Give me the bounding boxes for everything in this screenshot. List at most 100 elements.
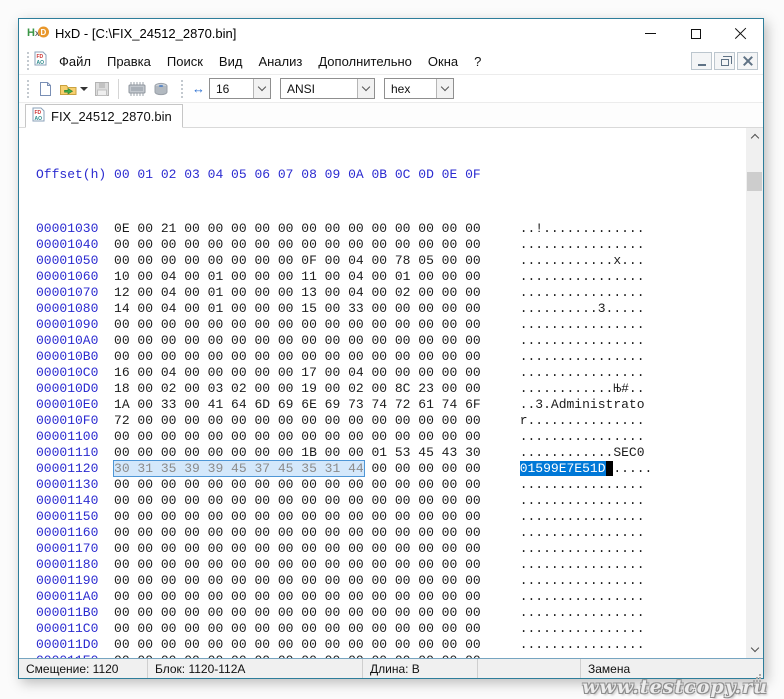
hex-rows: 00001030 0E 00 21 00 00 00 00 00 00 00 0… — [36, 221, 746, 658]
menu-item-7[interactable]: Окна — [420, 51, 466, 72]
hex-row[interactable]: 00001100 00 00 00 00 00 00 00 00 00 00 0… — [36, 429, 746, 445]
status-length: Длина: B — [363, 659, 478, 678]
menu-item-8[interactable]: ? — [466, 51, 489, 72]
hex-row[interactable]: 00001140 00 00 00 00 00 00 00 00 00 00 0… — [36, 493, 746, 509]
new-file-button[interactable] — [34, 77, 56, 101]
row-offset: 00001040 — [36, 237, 98, 252]
document-icon[interactable]: FD AO — [34, 51, 47, 71]
charset-select[interactable]: ANSI — [280, 78, 375, 99]
hex-row[interactable]: 000010F0 72 00 00 00 00 00 00 00 00 00 0… — [36, 413, 746, 429]
mdi-close-button[interactable] — [737, 52, 758, 70]
maximize-icon — [691, 29, 701, 39]
scroll-up-button[interactable] — [746, 128, 763, 145]
charset-dropdown-button[interactable] — [357, 79, 374, 98]
selected-ascii-text[interactable]: 01599E7E51D — [520, 461, 606, 476]
offset-base-select[interactable]: hex — [384, 78, 454, 99]
hex-pane[interactable]: Offset(h) 00 01 02 03 04 05 06 07 08 09 … — [19, 128, 746, 658]
row-offset: 000011C0 — [36, 621, 98, 636]
svg-text:H: H — [27, 27, 35, 39]
hex-row[interactable]: 000010E0 1A 00 33 00 41 64 6D 69 6E 69 7… — [36, 397, 746, 413]
hex-row[interactable]: 00001090 00 00 00 00 00 00 00 00 00 00 0… — [36, 317, 746, 333]
chevron-up-icon — [750, 134, 758, 142]
hex-header-offset: Offset(h) — [36, 167, 106, 182]
hex-row[interactable]: 00001120 30 31 35 39 39 45 37 45 35 31 4… — [36, 461, 746, 477]
tab-label: FIX_24512_2870.bin — [51, 109, 172, 124]
hex-row[interactable]: 00001150 00 00 00 00 00 00 00 00 00 00 0… — [36, 509, 746, 525]
offset-base-value: hex — [385, 79, 436, 98]
hex-row[interactable]: 000010D0 18 00 02 00 03 02 00 00 19 00 0… — [36, 381, 746, 397]
close-icon — [734, 27, 747, 40]
row-offset: 000011D0 — [36, 637, 98, 652]
menubar-gripper[interactable] — [26, 52, 31, 70]
hex-row[interactable]: 000010C0 16 00 04 00 00 00 00 00 17 00 0… — [36, 365, 746, 381]
hex-row[interactable]: 00001070 12 00 04 00 01 00 00 00 13 00 0… — [36, 285, 746, 301]
hex-row[interactable]: 000010B0 00 00 00 00 00 00 00 00 00 00 0… — [36, 349, 746, 365]
chevron-down-icon — [750, 644, 758, 652]
status-offset: Смещение: 1120 — [19, 659, 148, 678]
row-offset: 00001160 — [36, 525, 98, 540]
bytes-per-row-select[interactable]: 16 — [209, 78, 271, 99]
mdi-close-icon — [743, 56, 753, 66]
open-file-button[interactable] — [56, 77, 91, 101]
open-ram-button[interactable] — [124, 77, 150, 101]
hex-row[interactable]: 00001170 00 00 00 00 00 00 00 00 00 00 0… — [36, 541, 746, 557]
status-block: Блок: 1120-112A — [148, 659, 363, 678]
close-button[interactable] — [718, 19, 763, 48]
menu-item-4[interactable]: Вид — [211, 51, 251, 72]
minimize-button[interactable] — [628, 19, 673, 48]
chevron-down-icon — [362, 83, 370, 91]
row-offset: 00001080 — [36, 301, 98, 316]
hex-row[interactable]: 00001080 14 00 04 00 01 00 00 00 15 00 3… — [36, 301, 746, 317]
row-offset: 000010C0 — [36, 365, 98, 380]
row-offset: 00001030 — [36, 221, 98, 236]
bytes-per-row-dropdown-button[interactable] — [253, 79, 270, 98]
hex-row[interactable]: 00001030 0E 00 21 00 00 00 00 00 00 00 0… — [36, 221, 746, 237]
row-offset: 00001170 — [36, 541, 98, 556]
row-offset: 00001180 — [36, 557, 98, 572]
hex-row[interactable]: 00001130 00 00 00 00 00 00 00 00 00 00 0… — [36, 477, 746, 493]
scroll-down-button[interactable] — [746, 641, 763, 658]
scrollbar-thumb[interactable] — [747, 172, 762, 191]
hex-row[interactable]: 00001190 00 00 00 00 00 00 00 00 00 00 0… — [36, 573, 746, 589]
menu-item-6[interactable]: Дополнительно — [310, 51, 420, 72]
hex-row[interactable]: 00001050 00 00 00 00 00 00 00 00 0F 00 0… — [36, 253, 746, 269]
title-bar: H x D HxD - [C:\FIX_24512_2870.bin] — [19, 19, 763, 48]
mdi-minimize-button[interactable] — [691, 52, 712, 70]
hex-row[interactable]: 00001180 00 00 00 00 00 00 00 00 00 00 0… — [36, 557, 746, 573]
tab-fix-bin[interactable]: FD AO FIX_24512_2870.bin — [25, 104, 183, 128]
hex-row[interactable]: 00001040 00 00 00 00 00 00 00 00 00 00 0… — [36, 237, 746, 253]
mdi-restore-button[interactable] — [714, 52, 735, 70]
toolbar-separator — [118, 79, 119, 99]
offset-base-dropdown-button[interactable] — [436, 79, 453, 98]
toolbar-gripper[interactable] — [26, 80, 31, 98]
hex-row[interactable]: 000011C0 00 00 00 00 00 00 00 00 00 00 0… — [36, 621, 746, 637]
hex-row[interactable]: 000011A0 00 00 00 00 00 00 00 00 00 00 0… — [36, 589, 746, 605]
toolbar: ↔ 16 ANSI hex — [19, 75, 763, 103]
hex-row[interactable]: 00001160 00 00 00 00 00 00 00 00 00 00 0… — [36, 525, 746, 541]
row-offset: 000010F0 — [36, 413, 98, 428]
hex-row[interactable]: 000011B0 00 00 00 00 00 00 00 00 00 00 0… — [36, 605, 746, 621]
menu-item-2[interactable]: Правка — [99, 51, 159, 72]
maximize-button[interactable] — [673, 19, 718, 48]
toolbar-gripper-2[interactable] — [180, 80, 185, 98]
row-offset: 000010A0 — [36, 333, 98, 348]
open-dropdown-caret-icon[interactable] — [80, 87, 88, 91]
menu-item-1[interactable]: Файл — [51, 51, 99, 72]
editor-content: Offset(h) 00 01 02 03 04 05 06 07 08 09 … — [19, 128, 763, 658]
row-offset: 00001100 — [36, 429, 98, 444]
menu-items: ФайлПравкаПоискВидАнализДополнительноОкн… — [51, 51, 489, 72]
hex-row[interactable]: 00001110 00 00 00 00 00 00 00 00 1B 00 0… — [36, 445, 746, 461]
vertical-scrollbar[interactable] — [746, 128, 763, 658]
charset-value: ANSI — [281, 79, 357, 98]
hex-row[interactable]: 00001060 10 00 04 00 01 00 00 00 11 00 0… — [36, 269, 746, 285]
open-ram-icon — [127, 81, 147, 97]
selected-hex-bytes[interactable]: 30 31 35 39 39 45 37 45 35 31 44 — [114, 461, 364, 476]
hex-header-columns: 00 01 02 03 04 05 06 07 08 09 0A 0B 0C 0… — [114, 167, 481, 182]
open-disk-button[interactable] — [150, 77, 172, 101]
menu-item-5[interactable]: Анализ — [250, 51, 310, 72]
svg-text:AO: AO — [37, 60, 45, 66]
hex-row[interactable]: 000010A0 00 00 00 00 00 00 00 00 00 00 0… — [36, 333, 746, 349]
menu-item-3[interactable]: Поиск — [159, 51, 211, 72]
hex-row[interactable]: 000011D0 00 00 00 00 00 00 00 00 00 00 0… — [36, 637, 746, 653]
save-button[interactable] — [91, 77, 113, 101]
